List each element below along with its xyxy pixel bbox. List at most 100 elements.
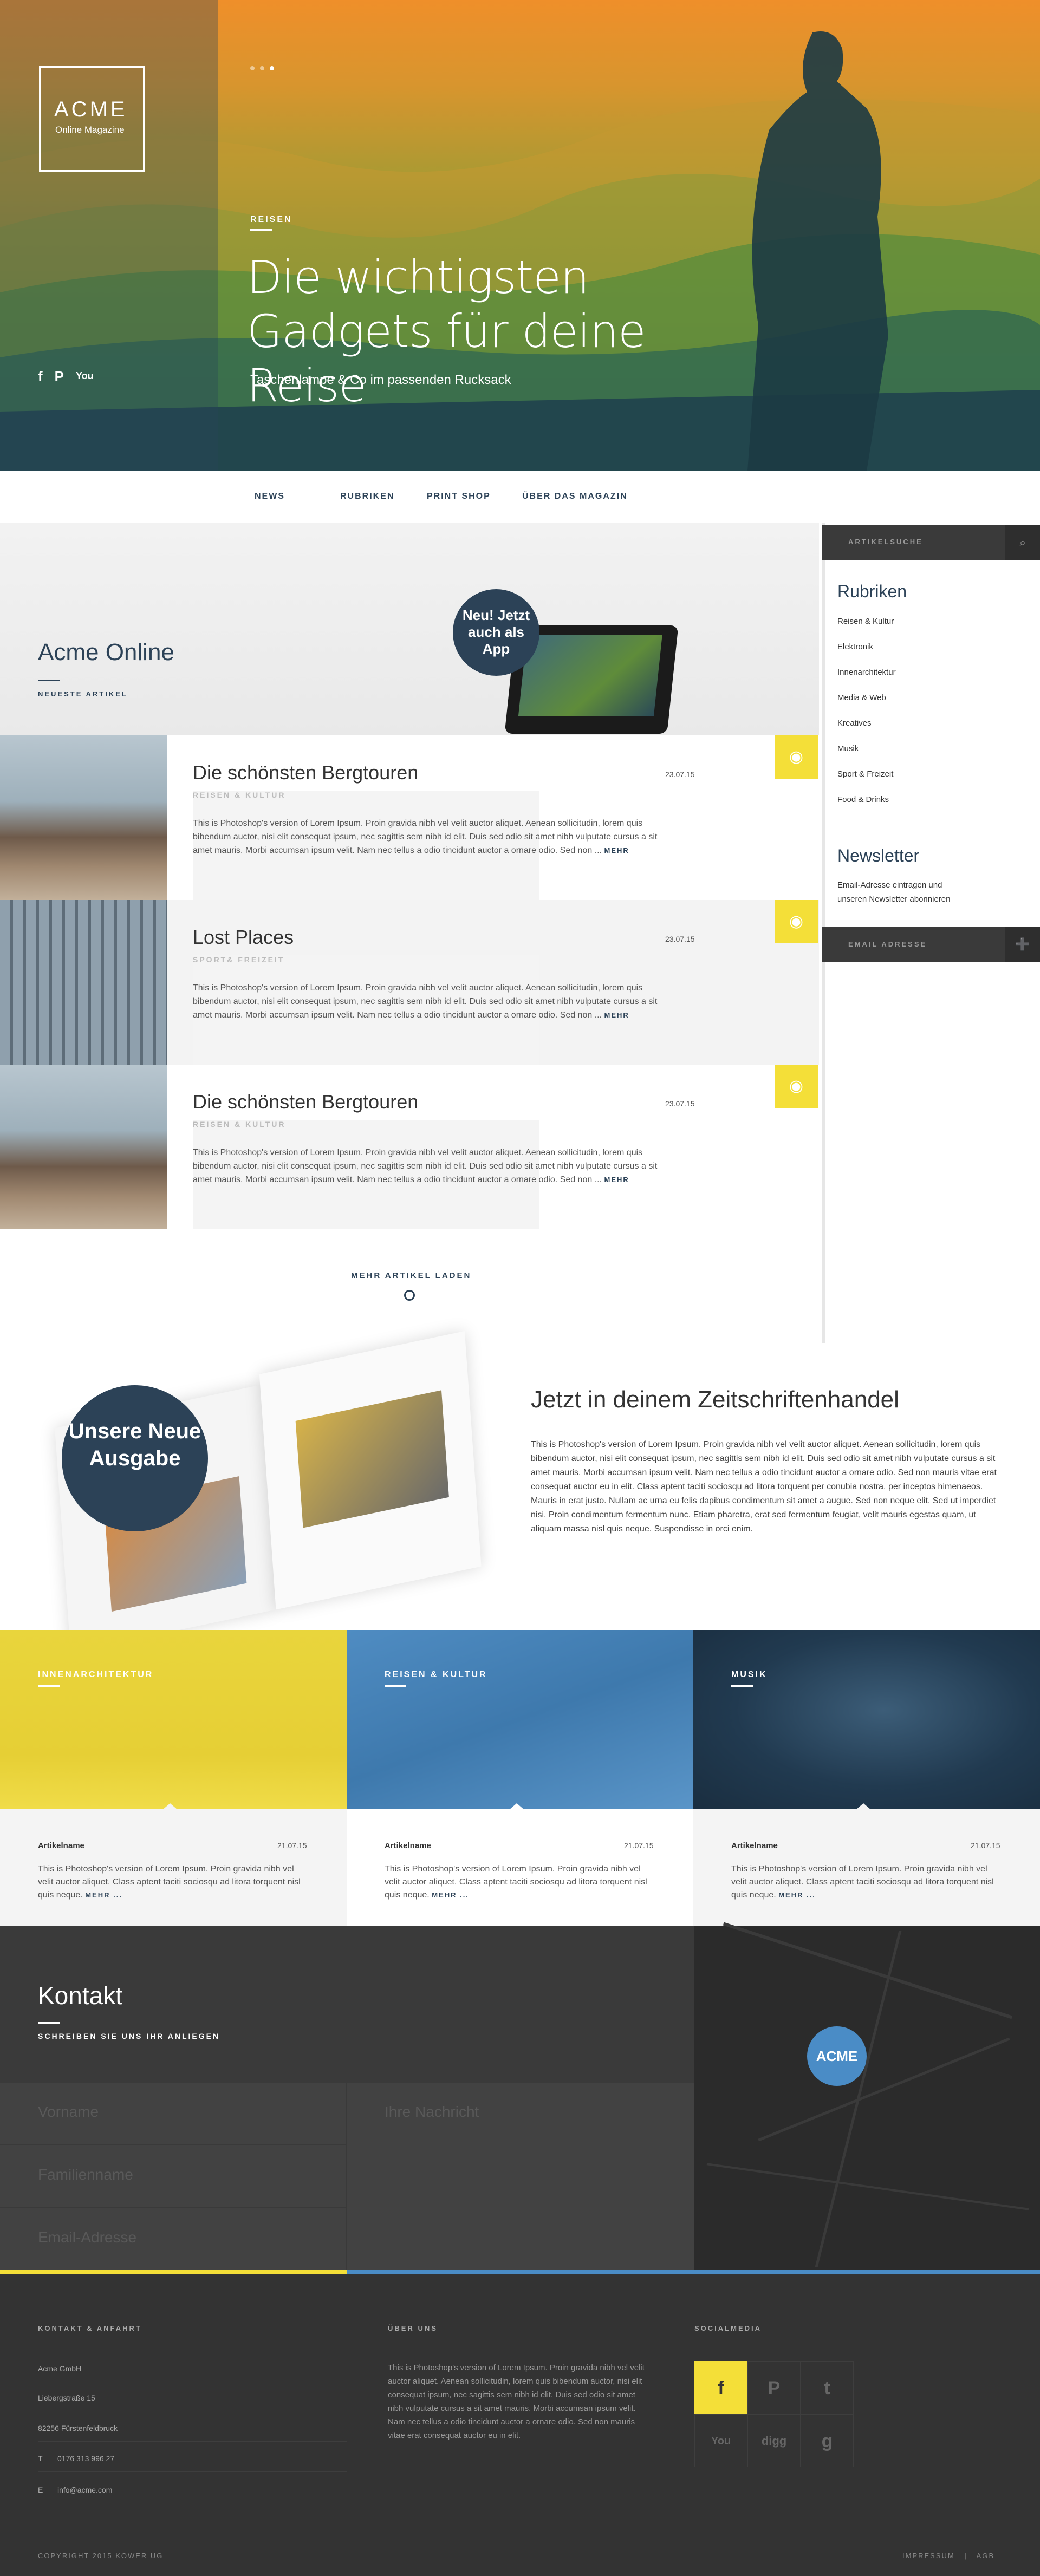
lastname-field[interactable]: Familienname bbox=[0, 2145, 346, 2207]
intro-title: Acme Online bbox=[38, 639, 174, 666]
article-image bbox=[0, 1065, 167, 1229]
category-card[interactable]: REISEN & KULTUR Artikelname 21.07.15 Thi… bbox=[347, 1630, 693, 1926]
footer-city: 82256 Fürstenfeldbruck bbox=[38, 2424, 118, 2432]
more-link[interactable]: MEHR ... bbox=[432, 1891, 469, 1899]
excerpt-text: This is Photoshop's version of Lorem Ips… bbox=[193, 983, 658, 1020]
rubrik-item[interactable]: Kreatives bbox=[837, 718, 896, 744]
message-field[interactable]: Ihre Nachricht bbox=[347, 2083, 694, 2270]
contact-map[interactable] bbox=[694, 1922, 1040, 2272]
agb-link[interactable]: AGB bbox=[977, 2552, 994, 2560]
category-article-name[interactable]: Artikelname bbox=[385, 1841, 431, 1850]
nav-news[interactable]: NEWS bbox=[255, 492, 285, 501]
digg-icon[interactable]: digg bbox=[748, 2414, 801, 2467]
footer-about-heading: ÜBER UNS bbox=[388, 2324, 438, 2332]
site-logo[interactable]: ACME Online Magazine bbox=[39, 66, 145, 172]
youtube-icon[interactable]: You bbox=[694, 2414, 748, 2467]
article-date: 23.07.15 bbox=[665, 1099, 695, 1108]
nav-rubriken[interactable]: RUBRIKEN bbox=[340, 492, 394, 501]
legal-separator: | bbox=[964, 2552, 967, 2560]
email-field[interactable]: Email-Adresse bbox=[0, 2208, 346, 2270]
firstname-field[interactable]: Vorname bbox=[0, 2083, 346, 2144]
googleplus-icon[interactable]: g bbox=[801, 2414, 854, 2467]
rubrik-item[interactable]: Reisen & Kultur bbox=[837, 616, 896, 642]
footer-divider bbox=[38, 2441, 347, 2442]
category-article-date: 21.07.15 bbox=[624, 1841, 654, 1850]
youtube-icon[interactable]: You bbox=[76, 368, 94, 385]
rubrik-item[interactable]: Sport & Freizeit bbox=[837, 769, 896, 794]
more-link[interactable]: MEHR bbox=[604, 846, 629, 855]
pinterest-icon[interactable]: P bbox=[55, 368, 64, 385]
article-image bbox=[0, 900, 167, 1065]
rubrik-item[interactable]: Musik bbox=[837, 744, 896, 769]
search-placeholder: ARTIKELSUCHE bbox=[848, 538, 923, 546]
eye-icon[interactable]: ◉ bbox=[775, 735, 818, 779]
nav-ueber[interactable]: ÜBER DAS MAGAZIN bbox=[522, 492, 628, 501]
article-excerpt: This is Photoshop's version of Lorem Ips… bbox=[193, 817, 664, 857]
article-title[interactable]: Die schönsten Bergtouren bbox=[193, 761, 418, 784]
footer-street: Liebergstraße 15 bbox=[38, 2394, 95, 2402]
rubrik-item[interactable]: Food & Drinks bbox=[837, 794, 896, 820]
category-underline bbox=[38, 1685, 60, 1687]
hero-title[interactable]: Die wichtigsten Gadgets für deine Reise bbox=[247, 250, 767, 413]
map-road bbox=[815, 1930, 902, 2268]
footer-company: Acme GmbH bbox=[38, 2364, 82, 2373]
map-road bbox=[758, 2037, 1010, 2142]
newsletter-text: Email-Adresse eintragen und unseren News… bbox=[837, 881, 951, 904]
rubrik-item[interactable]: Innenarchitektur bbox=[837, 667, 896, 693]
more-link[interactable]: MEHR ... bbox=[778, 1891, 816, 1899]
slider-dot[interactable] bbox=[260, 66, 264, 70]
facebook-icon[interactable]: f bbox=[694, 2361, 748, 2414]
category-article-name[interactable]: Artikelname bbox=[731, 1841, 778, 1850]
eye-icon[interactable]: ◉ bbox=[775, 900, 818, 943]
search-icon[interactable]: ⌕ bbox=[1005, 525, 1040, 560]
category-excerpt: This is Photoshop's version of Lorem Ips… bbox=[38, 1864, 301, 1900]
slider-dot-active[interactable] bbox=[270, 66, 274, 70]
rubrik-item[interactable]: Elektronik bbox=[837, 642, 896, 667]
article-card[interactable]: Lost Places SPORT& FREIZEIT 23.07.15 Thi… bbox=[0, 900, 819, 1251]
nav-print-shop[interactable]: PRINT SHOP bbox=[427, 492, 491, 501]
category-card[interactable]: MUSIK Artikelname 21.07.15 This is Photo… bbox=[693, 1630, 1040, 1926]
hero-category-underline bbox=[250, 229, 272, 231]
article-excerpt: This is Photoshop's version of Lorem Ips… bbox=[193, 981, 664, 1022]
article-title[interactable]: Lost Places bbox=[193, 926, 294, 949]
category-image bbox=[0, 1630, 347, 1809]
map-road bbox=[706, 2163, 1029, 2210]
hero-subtitle: Taschenlampe & Co im passenden Rucksack bbox=[250, 373, 511, 387]
article-card[interactable]: Die schönsten Bergtouren REISEN & KULTUR… bbox=[0, 735, 819, 1086]
category-teasers: INNENARCHITEKTUR Artikelname 21.07.15 Th… bbox=[0, 1630, 1040, 1926]
category-article-name[interactable]: Artikelname bbox=[38, 1841, 84, 1850]
tumblr-icon[interactable]: t bbox=[801, 2361, 854, 2414]
rubrik-item[interactable]: Media & Web bbox=[837, 693, 896, 718]
impressum-link[interactable]: IMPRESSUM bbox=[902, 2552, 955, 2560]
article-title[interactable]: Die schönsten Bergtouren bbox=[193, 1091, 418, 1113]
category-underline bbox=[385, 1685, 406, 1687]
map-pin-icon[interactable]: ACME bbox=[807, 2026, 867, 2086]
more-link[interactable]: MEHR bbox=[604, 1011, 629, 1019]
intro-section bbox=[0, 523, 819, 735]
new-issue-badge[interactable]: Unsere Neue Ausgabe bbox=[62, 1385, 208, 1531]
app-badge[interactable]: Neu! Jetzt auch als App bbox=[453, 589, 540, 676]
footer-email[interactable]: info@acme.com bbox=[57, 2486, 112, 2494]
excerpt-text: This is Photoshop's version of Lorem Ips… bbox=[193, 1148, 658, 1184]
article-card[interactable]: Die schönsten Bergtouren REISEN & KULTUR… bbox=[0, 1065, 819, 1416]
footer-social-heading: SOCIALMEDIA bbox=[694, 2324, 762, 2332]
slider-dots bbox=[250, 66, 274, 70]
category-label[interactable]: INNENARCHITEKTUR bbox=[38, 1670, 153, 1680]
contact-subtitle: SCHREIBEN SIE UNS IHR ANLIEGEN bbox=[38, 2032, 220, 2040]
category-card[interactable]: INNENARCHITEKTUR Artikelname 21.07.15 Th… bbox=[0, 1630, 347, 1926]
eye-icon[interactable]: ◉ bbox=[775, 1065, 818, 1108]
hero-category[interactable]: REISEN bbox=[250, 215, 292, 225]
category-excerpt: This is Photoshop's version of Lorem Ips… bbox=[385, 1864, 647, 1900]
footer-phone[interactable]: 0176 313 996 27 bbox=[57, 2454, 114, 2463]
category-label[interactable]: MUSIK bbox=[731, 1670, 768, 1680]
subscribe-icon[interactable]: ➕ bbox=[1005, 927, 1040, 962]
more-link[interactable]: MEHR ... bbox=[85, 1891, 122, 1899]
more-link[interactable]: MEHR bbox=[604, 1176, 629, 1184]
pinterest-icon[interactable]: P bbox=[748, 2361, 801, 2414]
footer-divider bbox=[38, 2471, 347, 2472]
slider-dot[interactable] bbox=[250, 66, 255, 70]
facebook-icon[interactable]: f bbox=[38, 368, 43, 385]
category-label[interactable]: REISEN & KULTUR bbox=[385, 1670, 487, 1680]
category-underline bbox=[731, 1685, 753, 1687]
hero-social-links: f P You bbox=[38, 368, 94, 385]
